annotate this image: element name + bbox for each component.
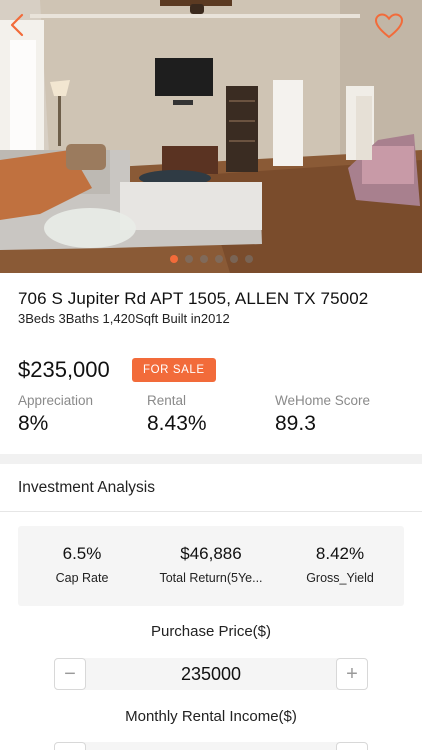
- stat-label: Rental: [147, 393, 187, 408]
- rental-stat: Rental 8.43%: [147, 393, 207, 436]
- monthly-rent-stepper: − +: [54, 742, 368, 750]
- stat-value: 8%: [18, 412, 49, 435]
- gallery-pagination[interactable]: [0, 255, 422, 263]
- increment-button[interactable]: +: [336, 658, 368, 690]
- back-button[interactable]: [4, 10, 30, 40]
- listing-price: $235,000: [18, 357, 110, 382]
- purchase-price-label: Purchase Price($): [150, 623, 272, 640]
- property-photo: [0, 0, 422, 273]
- divider: [0, 511, 422, 512]
- metric-label: Cap Rate: [55, 571, 109, 585]
- wehome-score-stat: WeHome Score 89.3: [275, 393, 370, 436]
- metric-value: 8.42%: [315, 544, 365, 563]
- stat-value: 8.43%: [147, 412, 207, 435]
- chevron-left-icon: [10, 13, 24, 37]
- monthly-rent-input[interactable]: [84, 742, 338, 750]
- stat-value: 89.3: [275, 412, 316, 435]
- cap-rate-metric: 6.5% Cap Rate: [18, 544, 146, 585]
- decrement-button[interactable]: −: [54, 658, 86, 690]
- metric-label: Total Return(5Ye...: [159, 571, 263, 585]
- section-divider: [0, 454, 422, 464]
- heart-outline-icon: [374, 13, 404, 39]
- decrement-button[interactable]: −: [54, 742, 86, 750]
- metric-value: 6.5%: [62, 544, 102, 563]
- gallery-dot[interactable]: [169, 255, 178, 263]
- status-badge: FOR SALE: [132, 358, 216, 382]
- gallery-dot[interactable]: [214, 255, 223, 263]
- stat-label: WeHome Score: [275, 393, 371, 408]
- gross-yield-metric: 8.42% Gross_Yield: [276, 544, 404, 585]
- stat-label: Appreciation: [18, 393, 94, 408]
- gallery-dot[interactable]: [229, 255, 238, 263]
- gallery-dot[interactable]: [184, 255, 193, 263]
- monthly-rent-label: Monthly Rental Income($): [125, 708, 297, 725]
- investment-metrics-card: 6.5% Cap Rate $46,886 Total Return(5Ye..…: [18, 526, 404, 606]
- investment-analysis-title: Investment Analysis: [18, 479, 155, 496]
- metric-value: $46,886: [180, 544, 242, 563]
- gallery-dot[interactable]: [199, 255, 208, 263]
- property-address: 706 S Jupiter Rd APT 1505, ALLEN TX 7500…: [18, 289, 369, 308]
- gallery-dot[interactable]: [244, 255, 253, 263]
- metric-label: Gross_Yield: [306, 571, 374, 585]
- purchase-price-stepper: 235000 − +: [54, 658, 368, 690]
- property-photo-gallery[interactable]: [0, 0, 422, 273]
- increment-button[interactable]: +: [336, 742, 368, 750]
- purchase-price-input[interactable]: 235000: [84, 658, 338, 690]
- favorite-button[interactable]: [374, 12, 404, 40]
- property-specs: 3Beds 3Baths 1,420Sqft Built in2012: [18, 311, 230, 326]
- total-return-metric: $46,886 Total Return(5Ye...: [147, 544, 275, 585]
- appreciation-stat: Appreciation 8%: [18, 393, 93, 436]
